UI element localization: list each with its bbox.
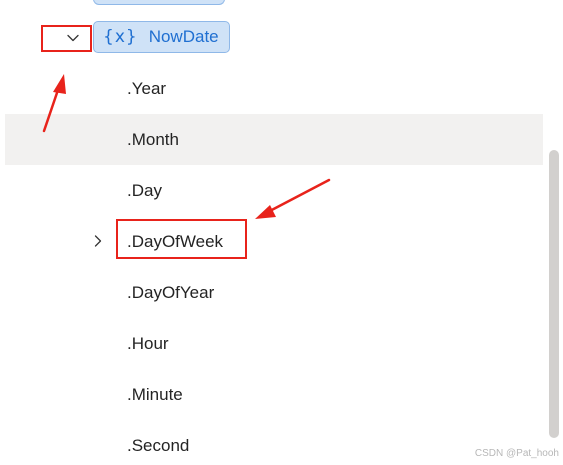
variable-tree-panel: {x} NowDate .Year .Month .Day .DayOfWeek… [0,0,563,465]
property-row-second[interactable]: .Second [5,420,543,465]
property-list: .Year .Month .Day .DayOfWeek .DayOfYear … [5,63,543,465]
watermark: CSDN @Pat_hooh [474,448,559,459]
chevron-right-icon[interactable] [91,233,105,249]
property-label: .DayOfYear [127,282,215,302]
chevron-down-icon[interactable] [60,30,86,46]
property-row-minute[interactable]: .Minute [5,369,543,420]
property-row-hour[interactable]: .Hour [5,318,543,369]
variable-row-nowdate: {x} NowDate [0,20,563,56]
property-label: .DayOfWeek [127,231,224,251]
property-label: .Hour [127,333,169,353]
property-row-month[interactable]: .Month [5,114,543,165]
previous-variable-pill[interactable] [93,0,225,5]
variable-name: NowDate [148,27,219,46]
property-row-year[interactable]: .Year [5,63,543,114]
scrollbar-thumb[interactable] [549,150,559,438]
property-row-dayofyear[interactable]: .DayOfYear [5,267,543,318]
property-label: .Day [127,180,162,200]
variable-pill[interactable]: {x} NowDate [93,21,230,53]
property-label: .Minute [127,384,183,404]
property-label: .Month [127,129,179,149]
property-row-dayofweek[interactable]: .DayOfWeek [5,216,543,267]
property-label: .Second [127,435,190,455]
variable-icon: {x} [103,27,138,47]
property-row-day[interactable]: .Day [5,165,543,216]
property-label: .Year [127,78,167,98]
